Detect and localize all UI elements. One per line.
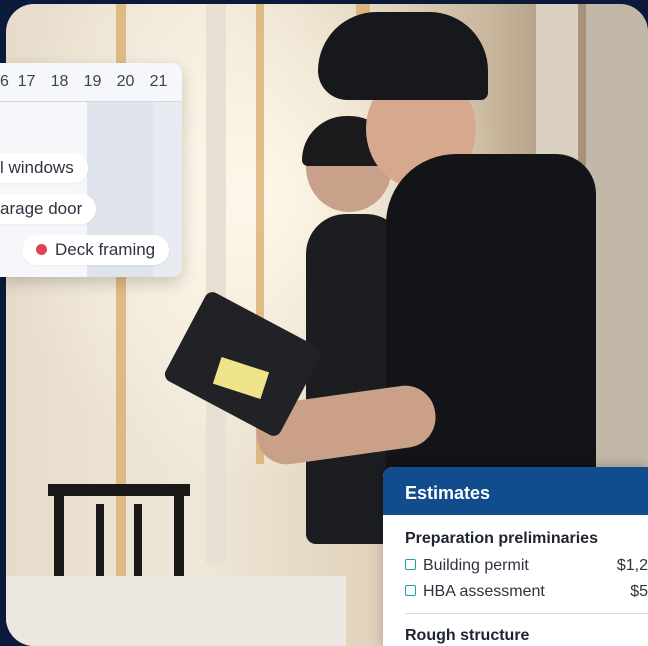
day-label: 18 <box>50 73 69 90</box>
task-label: l windows <box>0 158 74 177</box>
table-surface <box>6 576 346 646</box>
section-title: Preparation preliminaries <box>405 530 598 547</box>
schedule-card: 6 17 18 19 20 21 l windows arage door De… <box>0 63 182 277</box>
task-windows[interactable]: l windows <box>0 153 88 183</box>
estimate-line-item[interactable]: Building permit $1,2 <box>405 556 648 576</box>
line-item-label: Building permit <box>423 557 529 574</box>
section-title: Rough structure <box>405 627 530 644</box>
day-label: 20 <box>116 73 135 90</box>
day-label: 6 <box>0 73 9 90</box>
line-item-amount: $5 <box>630 583 648 600</box>
estimate-line-item[interactable]: HBA assessment $5 <box>405 582 648 602</box>
checkbox-icon[interactable] <box>405 559 416 571</box>
day-label: 19 <box>83 73 102 90</box>
schedule-day-header: 6 17 18 19 20 21 <box>0 63 182 101</box>
day-label: 21 <box>149 73 168 90</box>
task-deck-framing[interactable]: Deck framing <box>22 235 170 265</box>
checkbox-icon[interactable] <box>405 585 416 597</box>
day-label: 17 <box>17 73 36 90</box>
task-label: arage door <box>0 199 83 218</box>
estimates-card: Estimates Preparation preliminaries Buil… <box>383 467 648 646</box>
task-garage-door[interactable]: arage door <box>0 194 97 224</box>
status-dot-icon <box>36 244 47 256</box>
hero-stage: 6 17 18 19 20 21 l windows arage door De… <box>0 0 648 646</box>
line-item-amount: $1,2 <box>616 557 648 574</box>
line-item-label: HBA assessment <box>423 583 545 600</box>
section-divider <box>405 613 648 614</box>
estimates-title: Estimates <box>383 467 648 515</box>
task-label: Deck framing <box>55 240 156 259</box>
